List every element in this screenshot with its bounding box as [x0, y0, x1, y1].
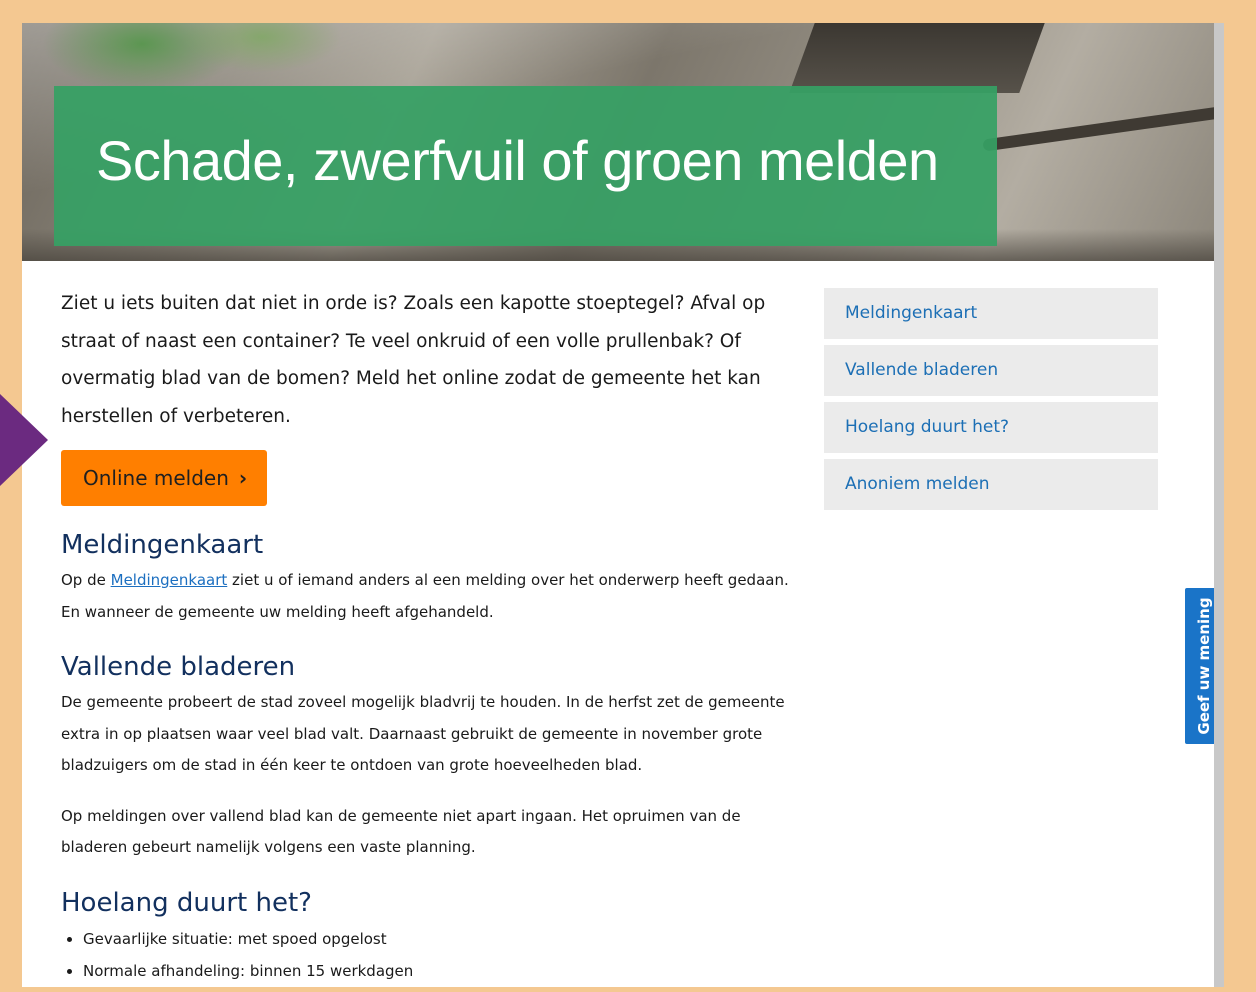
hero-crack — [982, 106, 1214, 152]
sidenav-item-anoniem-melden[interactable]: Anoniem melden — [824, 459, 1158, 510]
online-report-button[interactable]: Online melden › — [61, 450, 268, 506]
feedback-tab-label: Geef uw mening — [1195, 597, 1213, 735]
vallende-bladeren-paragraph-1: De gemeente probeert de stad zoveel moge… — [61, 693, 785, 774]
meldingenkaart-link[interactable]: Meldingenkaart — [111, 571, 228, 589]
vallende-bladeren-paragraph-2: Op meldingen over vallend blad kan de ge… — [61, 806, 741, 857]
online-report-button-label: Online melden — [83, 466, 229, 490]
sidenav-item-meldingenkaart[interactable]: Meldingenkaart — [824, 288, 1158, 339]
heading-vallende-bladeren: Vallende bladeren — [61, 652, 296, 682]
intro-text: Ziet u iets buiten dat niet in orde is? … — [61, 293, 766, 427]
duration-list: Gevaarlijke situatie: met spoed opgelost… — [61, 923, 806, 987]
meldingenkaart-text-prefix: Op de — [61, 571, 111, 589]
hero-tile-edge — [789, 23, 1045, 93]
sidenav-item-hoelang-duurt-het[interactable]: Hoelang duurt het? — [824, 402, 1158, 453]
list-item: Gevaarlijke situatie: met spoed opgelost — [83, 923, 806, 955]
main-content: Ziet u iets buiten dat niet in orde is? … — [61, 285, 806, 987]
hero-grass-2 — [182, 23, 342, 73]
heading-hoelang-duurt-het: Hoelang duurt het? — [61, 887, 312, 918]
list-item: Normale afhandeling: binnen 15 werkdagen — [83, 955, 806, 987]
section-vallende-bladeren: Vallende bladeren De gemeente probeert d… — [61, 650, 806, 864]
browser-viewport: Schade, zwerfvuil of groen melden Ziet u… — [22, 23, 1224, 987]
pointer-arrow-icon — [0, 394, 48, 486]
chevron-right-icon: › — [238, 466, 248, 490]
heading-meldingenkaart: Meldingenkaart — [61, 530, 264, 560]
page-title: Schade, zwerfvuil of groen melden — [96, 129, 939, 192]
section-meldingenkaart: Meldingenkaart Op de Meldingenkaart ziet… — [61, 528, 806, 628]
page-sidenav: Meldingenkaart Vallende bladeren Hoelang… — [824, 288, 1158, 516]
scrollbar[interactable] — [1214, 23, 1224, 987]
sidenav-item-vallende-bladeren[interactable]: Vallende bladeren — [824, 345, 1158, 396]
hero-banner: Schade, zwerfvuil of groen melden — [54, 86, 997, 246]
section-hoelang-duurt-het: Hoelang duurt het? Gevaarlijke situatie:… — [61, 886, 806, 987]
hero-image: Schade, zwerfvuil of groen melden — [22, 23, 1214, 261]
meldingenkaart-text: Op de Meldingenkaart ziet u of iemand an… — [61, 565, 806, 628]
